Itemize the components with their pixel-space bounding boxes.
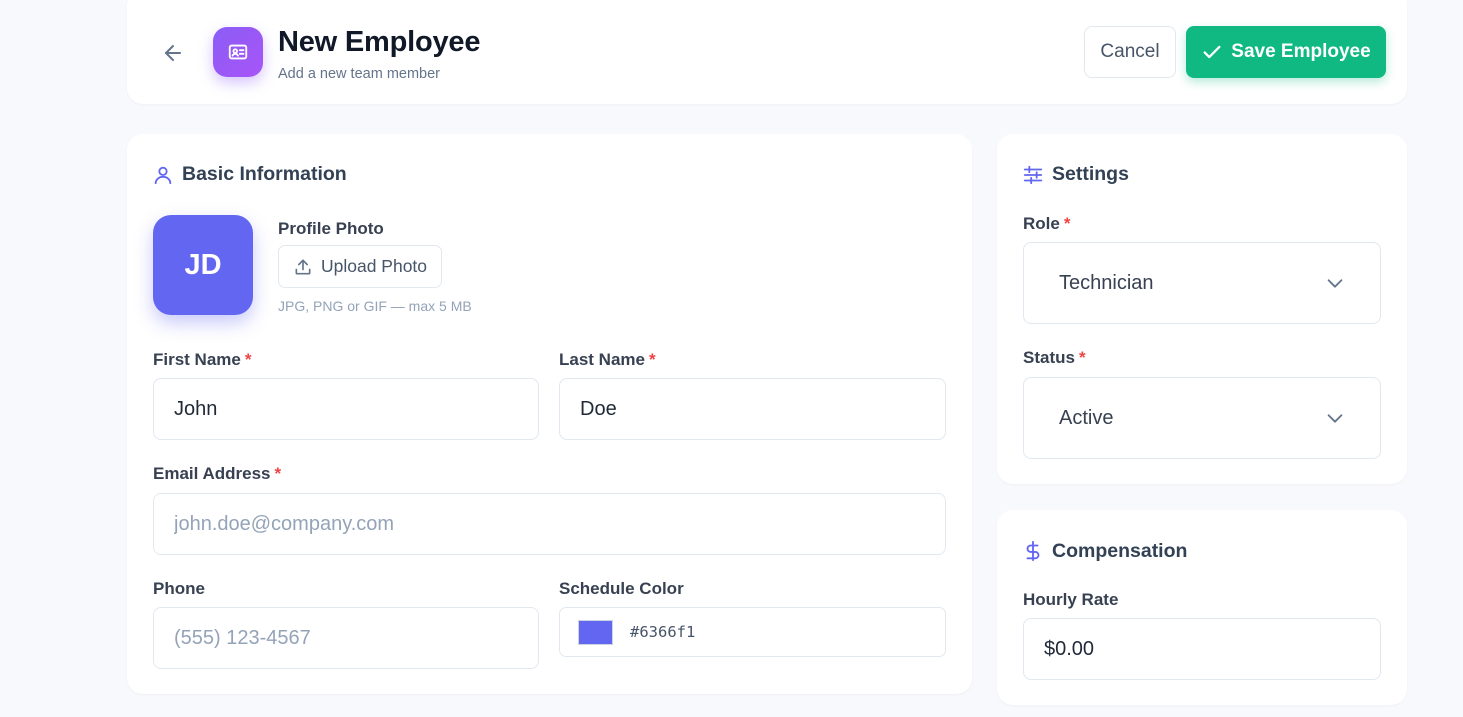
first-name-label: First Name * xyxy=(153,350,252,370)
required-mark: * xyxy=(274,464,282,483)
phone-label: Phone xyxy=(153,579,205,598)
basic-information-heading: Basic Information xyxy=(152,163,347,186)
first-name-label-text: First Name xyxy=(153,350,241,369)
schedule-color-label: Schedule Color xyxy=(559,579,684,598)
upload-photo-label: Upload Photo xyxy=(320,256,428,276)
compensation-title: Compensation xyxy=(1052,539,1188,562)
role-label: Role * xyxy=(1023,214,1070,234)
hourly-rate-label: Hourly Rate xyxy=(1023,590,1119,609)
role-select[interactable]: Technician xyxy=(1023,242,1381,324)
role-label-text: Role xyxy=(1023,214,1060,233)
settings-title: Settings xyxy=(1052,163,1129,185)
required-mark: * xyxy=(1063,214,1071,233)
arrow-left-icon xyxy=(165,45,181,61)
page-title: New Employee xyxy=(278,26,481,58)
upload-photo-button[interactable]: Upload Photo xyxy=(278,245,442,288)
status-label-text: Status xyxy=(1023,348,1075,367)
last-name-field[interactable] xyxy=(559,378,946,440)
phone-field[interactable] xyxy=(153,607,539,669)
settings-heading: Settings xyxy=(1022,163,1129,186)
user-icon xyxy=(154,166,172,184)
email-label-text: Email Address xyxy=(153,464,271,483)
avatar: JD xyxy=(153,215,253,315)
color-code: #6366f1 xyxy=(630,623,696,641)
save-employee-button[interactable]: Save Employee xyxy=(1186,26,1386,78)
status-select[interactable]: Active xyxy=(1023,377,1381,459)
first-name-field[interactable] xyxy=(153,378,539,440)
last-name-label: Last Name * xyxy=(559,350,656,370)
sliders-icon xyxy=(1023,165,1043,184)
email-field[interactable] xyxy=(153,493,946,555)
role-value: Technician xyxy=(1059,271,1154,294)
required-mark: * xyxy=(244,350,252,369)
dollar-icon xyxy=(1026,540,1040,562)
chevron-down-icon xyxy=(1327,414,1343,423)
upload-icon xyxy=(295,259,311,274)
compensation-heading: Compensation xyxy=(1022,539,1187,563)
profile-photo-label: Profile Photo xyxy=(278,219,384,238)
id-card-icon xyxy=(228,44,248,60)
upload-hint: JPG, PNG or GIF — max 5 MB xyxy=(278,298,472,314)
page-subtitle: Add a new team member xyxy=(278,66,440,82)
cancel-button[interactable]: Cancel xyxy=(1084,26,1176,78)
status-label: Status * xyxy=(1023,348,1086,368)
logo-tile xyxy=(213,27,263,77)
status-value: Active xyxy=(1059,406,1114,429)
basic-information-title: Basic Information xyxy=(182,163,347,185)
required-mark: * xyxy=(1078,348,1086,367)
last-name-label-text: Last Name xyxy=(559,350,645,369)
hourly-rate-field[interactable] xyxy=(1023,618,1381,680)
schedule-color-picker[interactable]: #6366f1 xyxy=(559,607,946,657)
check-icon xyxy=(1203,45,1221,59)
save-button-label: Save Employee xyxy=(1231,41,1371,62)
back-button[interactable] xyxy=(158,38,188,68)
required-mark: * xyxy=(648,350,656,369)
chevron-down-icon xyxy=(1327,279,1343,288)
email-label: Email Address * xyxy=(153,464,281,484)
color-swatch[interactable] xyxy=(578,619,613,645)
